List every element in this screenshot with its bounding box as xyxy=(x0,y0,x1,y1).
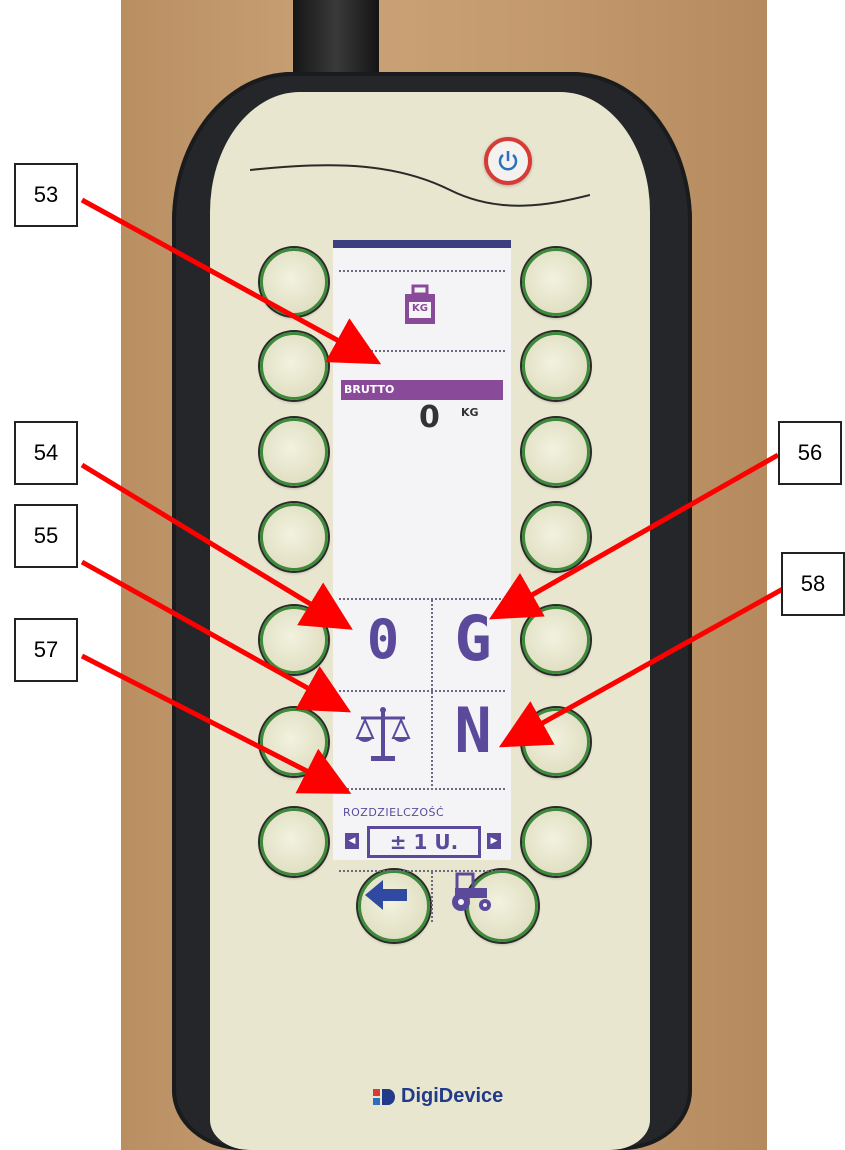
callout-label: 53 xyxy=(14,163,78,227)
callout-label: 57 xyxy=(14,618,78,682)
left-softkey-6[interactable] xyxy=(260,708,328,776)
kg-weight-icon: KG xyxy=(401,284,439,328)
kg-weight-icon-text: KG xyxy=(412,303,428,314)
left-softkey-7[interactable] xyxy=(260,808,328,876)
divider xyxy=(339,690,505,692)
left-softkey-4[interactable] xyxy=(260,503,328,571)
right-softkey-6[interactable] xyxy=(522,708,590,776)
divider xyxy=(431,872,433,922)
divider xyxy=(339,270,505,272)
callout-label: 54 xyxy=(14,421,78,485)
right-softkey-5[interactable] xyxy=(522,606,590,674)
resolution-right-arrow[interactable]: ▶ xyxy=(487,833,501,849)
right-softkey-2[interactable] xyxy=(522,332,590,400)
net-key-label[interactable]: N xyxy=(443,698,503,764)
right-softkey-1[interactable] xyxy=(522,248,590,316)
brand-logo: DigiDevice xyxy=(373,1085,503,1108)
tractor-icon[interactable] xyxy=(449,870,495,914)
left-softkey-2[interactable] xyxy=(260,332,328,400)
callout-label: 58 xyxy=(781,552,845,616)
decorative-swoosh xyxy=(250,164,590,207)
callout-label: 56 xyxy=(778,421,842,485)
right-softkey-4[interactable] xyxy=(522,503,590,571)
divider xyxy=(339,350,505,352)
left-softkey-3[interactable] xyxy=(260,418,328,486)
power-icon xyxy=(498,151,518,171)
mode-label: BRUTTO xyxy=(341,380,503,400)
gross-key-label[interactable]: G xyxy=(443,606,503,672)
power-button[interactable] xyxy=(484,137,532,185)
resolution-value[interactable]: ± 1 U. xyxy=(367,826,481,858)
divider xyxy=(431,600,433,790)
left-softkey-5[interactable] xyxy=(260,606,328,674)
zero-key-label[interactable]: 0 xyxy=(353,610,413,670)
divider xyxy=(339,788,505,790)
divider xyxy=(339,598,505,600)
back-arrow-icon[interactable] xyxy=(363,878,409,912)
callout-label: 55 xyxy=(14,504,78,568)
right-softkey-7[interactable] xyxy=(522,808,590,876)
balance-scale-icon[interactable] xyxy=(355,704,411,764)
resolution-label: ROZDZIELCZOŚĆ xyxy=(343,806,445,819)
resolution-left-arrow[interactable]: ◀ xyxy=(345,833,359,849)
left-softkey-1[interactable] xyxy=(260,248,328,316)
weight-value: 0 xyxy=(419,400,440,435)
right-softkey-3[interactable] xyxy=(522,418,590,486)
weight-unit: KG xyxy=(461,406,479,419)
brand-name: DigiDevice xyxy=(401,1085,504,1107)
lcd-screen: KG BRUTTO 0 KG 0 G N ROZDZIELCZOŚĆ ◀ ± 1… xyxy=(333,240,511,922)
digidevice-logo-icon xyxy=(373,1088,395,1105)
